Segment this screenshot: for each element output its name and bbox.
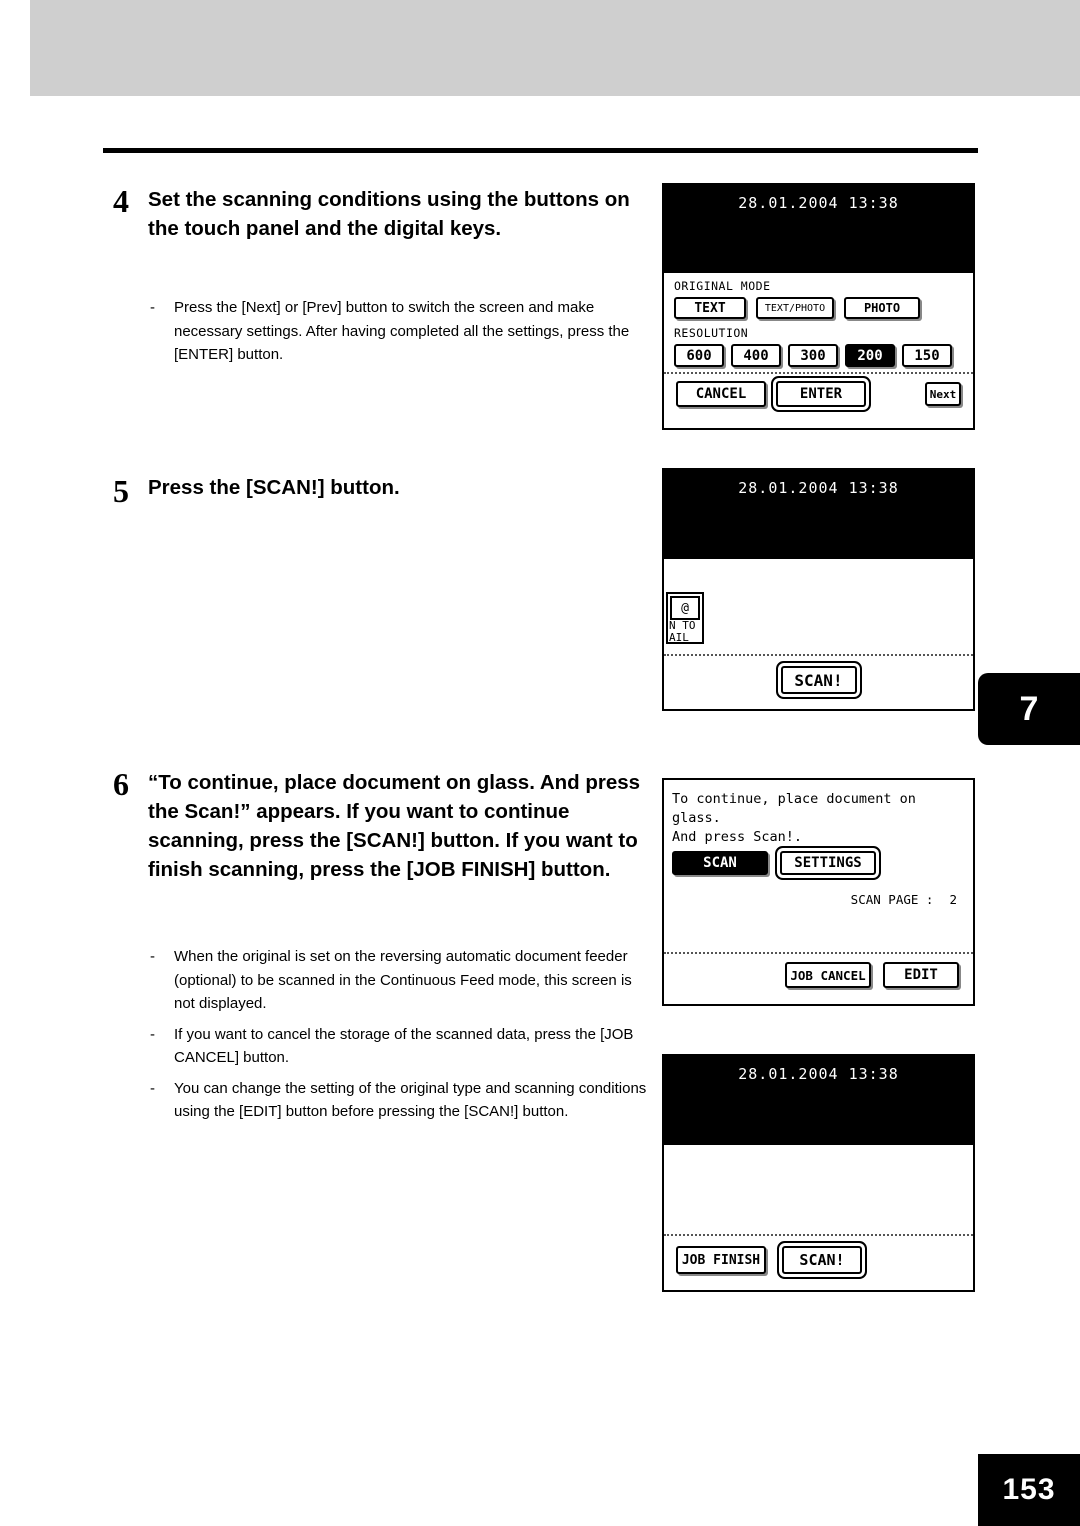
resolution-label: RESOLUTION [674,326,749,340]
continue-message-line-1: To continue, place document on glass. [672,791,916,826]
bullet-dash-icon: - [150,1079,155,1097]
email-icon: @ [670,596,700,620]
screen-divider [664,372,973,374]
key-job-finish[interactable]: JOB FINISH [676,1246,766,1274]
screen-job-finish: 28.01.2004 13:38 JOB FINISH SCAN! [662,1054,975,1292]
scan-page-value: 2 [949,892,957,907]
key-resolution-300[interactable]: 300 [788,344,838,367]
key-scan[interactable]: SCAN! [780,666,857,694]
key-label: JOB CANCEL [790,967,866,983]
key-resolution-150[interactable]: 150 [902,344,952,367]
key-settings[interactable]: SETTINGS [780,851,876,875]
screen-scan-conditions: 28.01.2004 13:38 ORIGINAL MODE TEXT TEXT… [662,183,975,430]
step-4-heading: Set the scanning conditions using the bu… [148,188,630,240]
key-label: PHOTO [863,301,901,315]
key-resolution-600[interactable]: 600 [674,344,724,367]
key-label: Next [929,387,957,401]
key-job-cancel[interactable]: JOB CANCEL [785,962,871,988]
key-label: 400 [743,347,769,364]
chapter-tab-marker: 7 [978,673,1080,745]
key-scan[interactable]: SCAN! [782,1246,862,1274]
step-4-bullets: - Press the [Next] or [Prev] button to s… [148,296,648,367]
step-4-number: 4 [113,183,129,219]
screen-divider [664,1234,973,1236]
key-label: 200 [857,347,883,364]
step-6-bullet-3: - You can change the setting of the orig… [148,1077,648,1124]
key-edit[interactable]: EDIT [883,962,959,988]
screen-black-area [664,506,973,559]
screen-titlebar: 28.01.2004 13:38 [664,470,973,506]
step-6-bullet-1-text: When the original is set on the reversin… [174,948,632,1012]
key-resolution-200[interactable]: 200 [845,344,895,367]
key-label: EDIT [904,967,938,983]
step-5-heading: Press the [SCAN!] button. [148,476,400,499]
screen-datetime: 28.01.2004 13:38 [738,1065,899,1083]
key-label: ENTER [799,386,843,402]
scan-page-label: SCAN PAGE : [850,892,934,907]
email-icon-glyph: @ [681,600,689,616]
key-resolution-400[interactable]: 400 [731,344,781,367]
step-6-bullet-1: - When the original is set on the revers… [148,945,648,1016]
key-scan[interactable]: SCAN [672,851,768,875]
key-label: SETTINGS [794,855,862,871]
key-next[interactable]: Next [925,382,961,406]
page-number-box: 153 [978,1454,1080,1526]
screen-divider [664,952,973,954]
step-6-heading: “To continue, place document on glass. A… [148,771,641,881]
page-header-band-notch [0,0,30,96]
screen-divider [664,654,973,656]
key-label: 150 [914,347,940,364]
key-enter[interactable]: ENTER [776,381,866,407]
bullet-dash-icon: - [150,948,155,965]
step-4-bullet-1: - Press the [Next] or [Prev] button to s… [148,296,648,367]
screen-datetime: 28.01.2004 13:38 [738,479,899,497]
scan-to-email-label-2: AIL [669,631,689,644]
key-label: TEXT/PHOTO [764,302,826,314]
screen-black-area [664,221,973,273]
key-original-mode-text[interactable]: TEXT [674,297,746,319]
key-original-mode-photo[interactable]: PHOTO [844,297,920,319]
step-6-bullet-2-text: If you want to cancel the storage of the… [174,1025,634,1067]
step-6-bullets: - When the original is set on the revers… [148,945,648,1124]
scan-page-counter: SCAN PAGE : 2 [851,890,957,909]
page-number: 153 [1002,1473,1056,1506]
key-original-mode-text-photo[interactable]: TEXT/PHOTO [756,297,834,319]
key-label: 300 [800,347,826,364]
key-label: 600 [686,347,712,364]
header-rule [103,148,978,153]
screen-continue-prompt: To continue, place document on glass. An… [662,778,975,1006]
scan-to-email-button[interactable]: @ N TO AIL [666,592,706,644]
chapter-tab-number: 7 [1019,689,1039,728]
key-label: SCAN [703,855,737,871]
screen-datetime: 28.01.2004 13:38 [738,194,899,212]
step-6-number: 6 [113,766,129,802]
key-cancel[interactable]: CANCEL [676,381,766,407]
step-4-bullet-1-text: Press the [Next] or [Prev] button to swi… [174,299,630,363]
bullet-dash-icon: - [150,299,155,316]
key-label: SCAN! [794,670,843,690]
screen-titlebar: 28.01.2004 13:38 [664,1056,973,1092]
screen-titlebar: 28.01.2004 13:38 [664,185,973,221]
original-mode-label: ORIGINAL MODE [674,279,771,293]
key-label: CANCEL [695,386,747,402]
screen-black-area [664,1092,973,1145]
step-5-number: 5 [113,473,129,509]
bullet-dash-icon: - [150,1025,155,1043]
step-6-bullet-3-text: You can change the setting of the origin… [174,1079,647,1121]
key-label: JOB FINISH [681,1252,761,1268]
continue-message-line-2: And press Scan!. [672,829,803,845]
screen-scan-ready: 28.01.2004 13:38 @ N TO AIL SCAN! [662,468,975,711]
page-header-band [0,0,1080,96]
step-6-bullet-2: - If you want to cancel the storage of t… [148,1023,648,1070]
key-label: TEXT [694,300,726,316]
key-label: SCAN! [799,1251,845,1269]
